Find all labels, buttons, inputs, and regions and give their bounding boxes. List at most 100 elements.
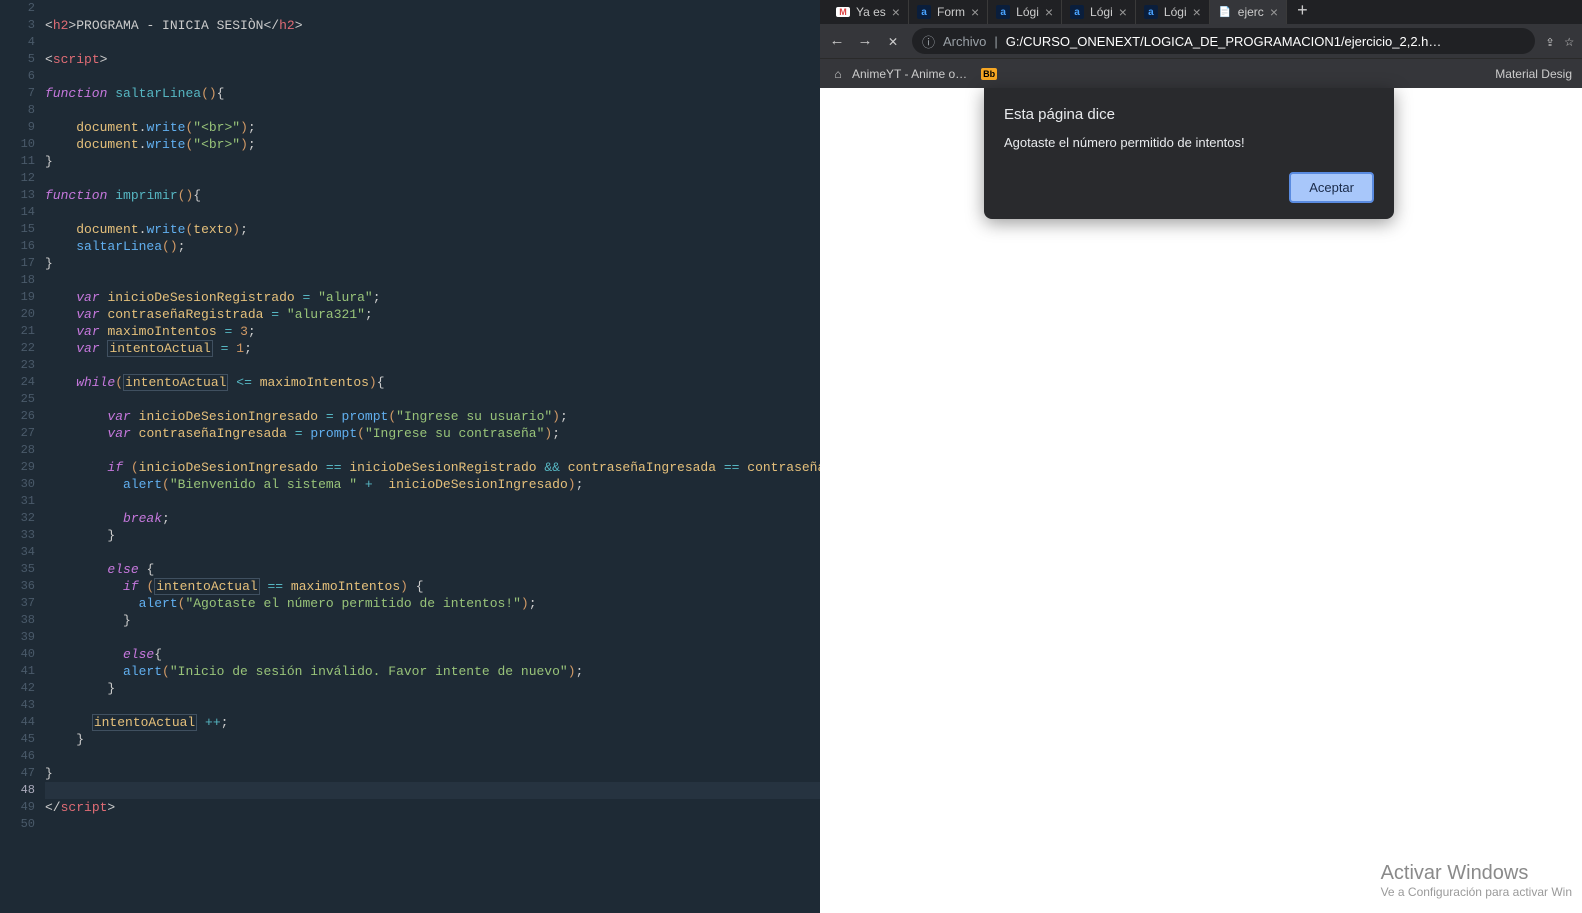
code-line[interactable] <box>45 629 820 646</box>
browser-tab[interactable]: a Form × <box>909 0 988 24</box>
line-number: 12 <box>0 170 45 187</box>
close-icon[interactable]: × <box>1193 4 1201 20</box>
code-line[interactable]: } <box>45 153 820 170</box>
bookmark-label: AnimeYT - Anime o… <box>852 67 967 81</box>
line-number: 34 <box>0 544 45 561</box>
code-line[interactable]: document.write(texto); <box>45 221 820 238</box>
line-number: 16 <box>0 238 45 255</box>
code-line[interactable]: </script> <box>45 799 820 816</box>
code-line[interactable]: document.write("<br>"); <box>45 119 820 136</box>
forward-icon[interactable]: → <box>856 33 874 50</box>
close-icon[interactable]: × <box>1045 4 1053 20</box>
code-line[interactable]: intentoActual ++; <box>45 714 820 731</box>
line-number: 15 <box>0 221 45 238</box>
alura-icon: a <box>917 5 931 19</box>
code-line[interactable] <box>45 68 820 85</box>
accept-button[interactable]: Aceptar <box>1289 172 1374 203</box>
code-line[interactable]: var inicioDeSesionIngresado = prompt("In… <box>45 408 820 425</box>
code-line[interactable]: function saltarLinea(){ <box>45 85 820 102</box>
code-line[interactable]: alert("Agotaste el número permitido de i… <box>45 595 820 612</box>
code-line[interactable] <box>45 697 820 714</box>
code-line[interactable]: } <box>45 765 820 782</box>
new-tab-button[interactable]: + <box>1287 2 1318 22</box>
code-line[interactable]: <script> <box>45 51 820 68</box>
code-line[interactable] <box>45 391 820 408</box>
code-line[interactable]: else{ <box>45 646 820 663</box>
watermark-sub: Ve a Configuración para activar Win <box>1381 885 1572 899</box>
code-line[interactable]: alert("Bienvenido al sistema " + inicioD… <box>45 476 820 493</box>
line-number: 8 <box>0 102 45 119</box>
info-icon: ⓘ <box>922 32 935 51</box>
code-line[interactable]: function imprimir(){ <box>45 187 820 204</box>
code-line[interactable]: document.write("<br>"); <box>45 136 820 153</box>
code-line[interactable]: } <box>45 680 820 697</box>
line-number: 14 <box>0 204 45 221</box>
code-line[interactable]: <h2>PROGRAMA - INICIA SESIÒN</h2> <box>45 17 820 34</box>
line-number: 47 <box>0 765 45 782</box>
code-line[interactable]: else { <box>45 561 820 578</box>
browser-tab[interactable]: aLógi× <box>988 0 1062 24</box>
line-number: 2 <box>0 0 45 17</box>
close-icon[interactable]: × <box>892 4 900 20</box>
line-number: 23 <box>0 357 45 374</box>
bookmark-item-right[interactable]: Material Desig <box>1495 67 1572 81</box>
browser-tab[interactable]: aLógi× <box>1062 0 1136 24</box>
code-line[interactable]: var maximoIntentos = 3; <box>45 323 820 340</box>
code-line[interactable] <box>45 782 820 799</box>
star-icon[interactable]: ☆ <box>1564 31 1574 51</box>
line-number: 9 <box>0 119 45 136</box>
close-icon[interactable]: × <box>1119 4 1127 20</box>
bookmark-item[interactable]: ⌂ AnimeYT - Anime o… <box>830 66 967 82</box>
back-icon[interactable]: ← <box>828 33 846 50</box>
code-line[interactable] <box>45 204 820 221</box>
code-line[interactable]: var inicioDeSesionRegistrado = "alura"; <box>45 289 820 306</box>
code-line[interactable]: alert("Inicio de sesión inválido. Favor … <box>45 663 820 680</box>
code-line[interactable]: if (intentoActual == maximoIntentos) { <box>45 578 820 595</box>
dialog-actions: Aceptar <box>1004 172 1374 203</box>
code-line[interactable] <box>45 493 820 510</box>
url-bar[interactable]: ⓘ Archivo | G:/CURSO_ONENEXT/LOGICA_DE_P… <box>912 28 1535 54</box>
code-line[interactable]: if (inicioDeSesionIngresado == inicioDeS… <box>45 459 820 476</box>
code-line[interactable]: break; <box>45 510 820 527</box>
code-line[interactable] <box>45 357 820 374</box>
code-line[interactable] <box>45 544 820 561</box>
close-icon[interactable]: × <box>1270 4 1278 20</box>
bookmark-item[interactable]: Bb <box>981 68 997 80</box>
watermark-title: Activar Windows <box>1381 862 1572 885</box>
tab-label: ejerc <box>1238 5 1264 19</box>
line-number: 44 <box>0 714 45 731</box>
line-number: 19 <box>0 289 45 306</box>
tab-label: Form <box>937 5 965 19</box>
line-number: 28 <box>0 442 45 459</box>
code-line[interactable] <box>45 0 820 17</box>
tab-label: Lógi <box>1164 5 1187 19</box>
code-line[interactable]: var contraseñaRegistrada = "alura321"; <box>45 306 820 323</box>
browser-viewport: Esta página dice Agotaste el número perm… <box>820 88 1582 913</box>
browser-tab[interactable]: MYa es× <box>828 0 909 24</box>
code-line[interactable] <box>45 102 820 119</box>
code-line[interactable]: } <box>45 255 820 272</box>
browser-tab[interactable]: aLógi× <box>1136 0 1210 24</box>
code-area[interactable]: <h2>PROGRAMA - INICIA SESIÒN</h2> <scrip… <box>45 0 820 913</box>
code-line[interactable]: } <box>45 731 820 748</box>
code-line[interactable]: } <box>45 612 820 629</box>
code-line[interactable] <box>45 272 820 289</box>
code-line[interactable] <box>45 170 820 187</box>
code-line[interactable]: saltarLinea(); <box>45 238 820 255</box>
code-line[interactable]: var contraseñaIngresada = prompt("Ingres… <box>45 425 820 442</box>
browser-toolbar: ← → ✕ ⓘ Archivo | G:/CURSO_ONENEXT/LOGIC… <box>820 24 1582 58</box>
browser-tab[interactable]: 📄ejerc× <box>1210 0 1287 24</box>
close-page-icon[interactable]: ✕ <box>884 32 902 51</box>
code-line[interactable] <box>45 816 820 833</box>
code-line[interactable] <box>45 34 820 51</box>
code-line[interactable]: var intentoActual = 1; <box>45 340 820 357</box>
code-line[interactable] <box>45 442 820 459</box>
alura-icon: a <box>1070 5 1084 19</box>
code-line[interactable]: while(intentoActual <= maximoIntentos){ <box>45 374 820 391</box>
line-number: 13 <box>0 187 45 204</box>
close-icon[interactable]: × <box>971 4 979 20</box>
code-line[interactable]: } <box>45 527 820 544</box>
home-icon: ⌂ <box>830 66 846 82</box>
share-icon[interactable]: ⇪ <box>1545 32 1554 51</box>
code-line[interactable] <box>45 748 820 765</box>
